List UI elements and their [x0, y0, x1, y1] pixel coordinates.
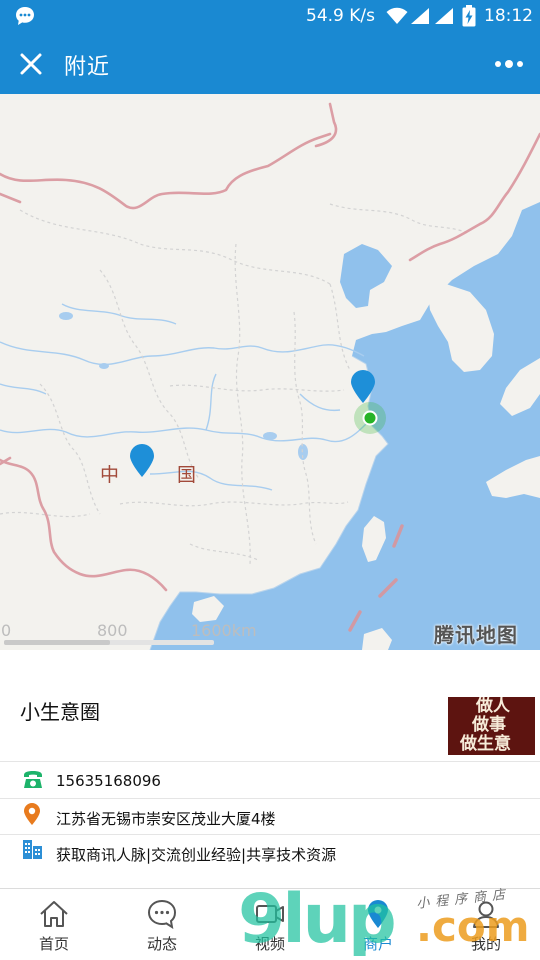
nav-item-home[interactable]: 首页: [0, 889, 108, 960]
home-icon: [38, 899, 70, 933]
map-scale-bar: [4, 640, 214, 645]
address-row[interactable]: 江苏省无锡市崇安区茂业大厦4楼: [0, 799, 540, 835]
bottom-nav: 首页 动态 视频 商户 我的: [0, 888, 540, 960]
location-pin-icon: [362, 899, 394, 933]
video-icon: [254, 899, 286, 933]
map-pin-icon: [351, 370, 375, 403]
message-notification-icon: [14, 5, 36, 32]
phone-icon: [22, 770, 44, 794]
shop-thumbnail[interactable]: 做人 做事 做生意: [448, 697, 535, 755]
nav-item-moments[interactable]: 动态: [108, 889, 216, 960]
current-location-dot: [362, 410, 378, 430]
nav-label: 动态: [146, 935, 177, 953]
phone-row[interactable]: 15635168096: [0, 763, 540, 799]
shop-address: 江苏省无锡市崇安区茂业大厦4楼: [56, 810, 276, 828]
nav-label: 首页: [38, 935, 69, 953]
nav-item-video[interactable]: 视频: [216, 889, 324, 960]
shop-intro: 获取商讯人脉|交流创业经验|共享技术资源: [56, 846, 337, 864]
shop-marker[interactable]: [129, 444, 155, 482]
close-button[interactable]: [14, 47, 48, 81]
clock: 18:12: [484, 6, 533, 26]
signal-strength-icon: [410, 7, 430, 30]
thumbnail-text: 做人: [476, 697, 510, 716]
intro-row: 获取商讯人脉|交流创业经验|共享技术资源: [0, 835, 540, 871]
nav-label: 我的: [470, 935, 501, 953]
page-title: 附近: [64, 55, 111, 80]
nav-label: 商户: [362, 935, 393, 953]
thumbnail-text: 做生意: [460, 734, 511, 754]
signal-strength-icon: [434, 7, 454, 30]
network-speed: 54.9 K/s: [306, 6, 375, 26]
map-view[interactable]: 中 国 0 800 1600km 腾讯地图: [0, 94, 540, 650]
map-country-label: 中 国: [100, 464, 223, 486]
user-icon: [470, 899, 502, 933]
shop-header[interactable]: 小生意圈 做人 做事 做生意: [0, 650, 540, 762]
nav-item-mine[interactable]: 我的: [432, 889, 540, 960]
more-options-button[interactable]: [488, 50, 530, 78]
building-icon: [22, 840, 44, 864]
shop-marker[interactable]: [350, 370, 376, 408]
map-scale-label: 0: [1, 621, 12, 640]
phone-number: 15635168096: [56, 772, 161, 790]
wifi-icon: [386, 7, 408, 30]
shop-name: 小生意圈: [20, 700, 100, 724]
map-scale-label: 800: [97, 621, 128, 640]
more-dots-icon: [495, 60, 523, 68]
status-bar: 54.9 K/s 18:12: [0, 0, 540, 32]
map-pin-icon: [130, 444, 154, 477]
close-icon: [20, 53, 42, 75]
battery-charging-icon: [462, 5, 476, 32]
title-bar: 附近: [0, 32, 540, 94]
map-scale-label: 1600km: [191, 621, 257, 640]
nav-item-merchant[interactable]: 商户: [324, 889, 432, 960]
thumbnail-text: 做事: [472, 715, 506, 735]
location-pin-icon: [22, 803, 42, 830]
map-brand-logo: 腾讯地图: [434, 623, 518, 647]
nav-label: 视频: [254, 935, 285, 953]
map-base-layer: [0, 102, 540, 650]
chat-bubble-icon: [146, 899, 178, 933]
